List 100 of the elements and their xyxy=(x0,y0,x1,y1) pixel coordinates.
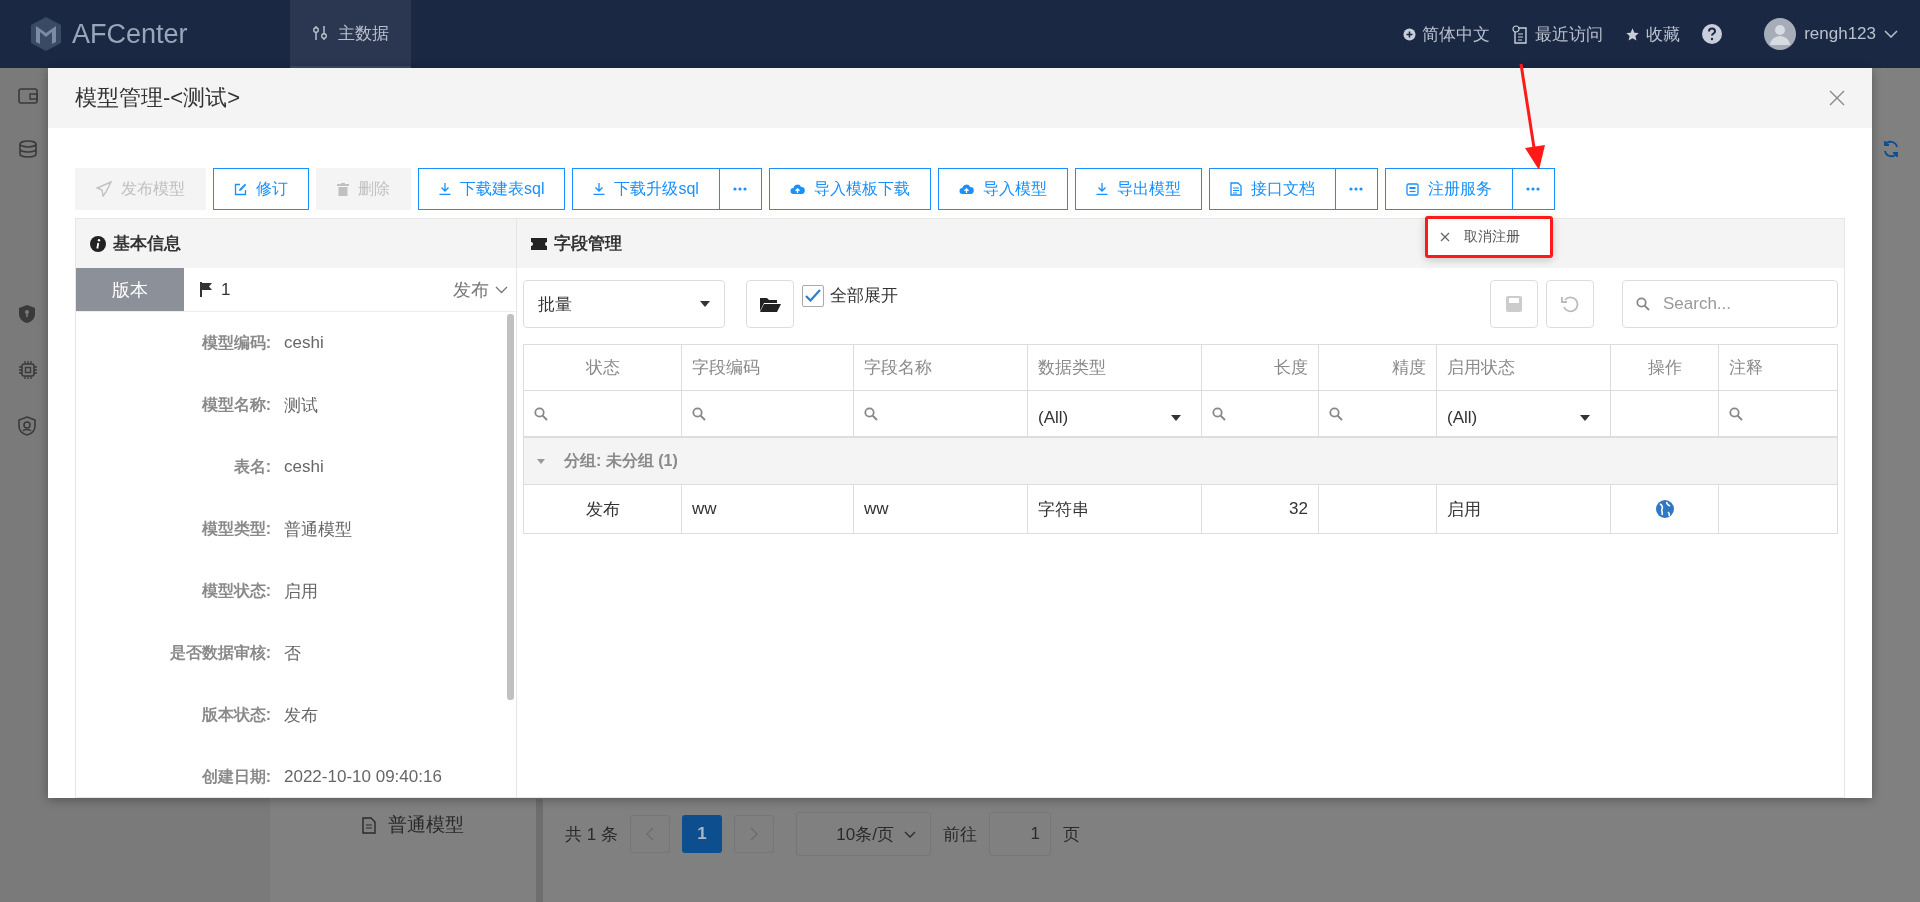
column-header[interactable]: 精度 xyxy=(1319,345,1437,390)
caret-down-icon xyxy=(700,301,710,307)
more-icon xyxy=(1526,187,1541,191)
page-size-select[interactable]: 10条/页 xyxy=(795,812,931,856)
more-icon xyxy=(1349,187,1364,191)
app-logo[interactable]: AFCenter xyxy=(72,18,188,50)
shield-user-icon xyxy=(18,416,36,436)
server-icon xyxy=(1405,182,1419,196)
field-value: 测试 xyxy=(283,394,318,417)
field-value: 启用 xyxy=(283,580,318,603)
star-icon xyxy=(1625,26,1641,42)
column-header[interactable]: 长度 xyxy=(1202,345,1319,390)
clipboard-clock-icon xyxy=(1512,24,1530,44)
total-count: 共 1 条 xyxy=(565,823,618,846)
more-button[interactable] xyxy=(1335,168,1378,210)
header-link[interactable]: 收藏 xyxy=(1625,22,1681,46)
field-label: 版本状态: xyxy=(200,704,271,725)
document-icon xyxy=(362,816,376,834)
tree-item[interactable]: 普通模型 xyxy=(388,812,464,838)
version-tab[interactable]: 版本 xyxy=(76,268,184,311)
more-button[interactable] xyxy=(1512,168,1555,210)
batch-select[interactable]: 批量 xyxy=(523,280,725,328)
scrollbar[interactable] xyxy=(536,799,543,902)
field-value: ceshi xyxy=(283,333,324,353)
scrollbar[interactable] xyxy=(507,314,514,700)
search-icon xyxy=(1329,406,1343,421)
chip-icon xyxy=(18,360,38,380)
column-header[interactable]: 操作 xyxy=(1611,345,1719,390)
toolbar-button[interactable]: 修订 xyxy=(213,168,309,210)
field-label: 模型名称: xyxy=(200,394,271,415)
toolbar-button[interactable]: 下载升级sql xyxy=(572,168,720,210)
chevron-down-icon xyxy=(1884,30,1898,38)
filter-select[interactable]: (All) xyxy=(1038,399,1191,428)
toolbar-button[interactable]: 导入模板下载 xyxy=(768,168,931,210)
field-value: 否 xyxy=(283,642,301,665)
close-icon[interactable] xyxy=(1829,90,1845,106)
goto-page-field[interactable]: 1 xyxy=(988,812,1051,856)
field-value: 2022-10-10 09:40:16 xyxy=(283,767,442,787)
cloud-upload-icon xyxy=(958,183,974,195)
chevron-down-icon xyxy=(495,285,508,294)
column-header[interactable]: 注释 xyxy=(1719,345,1837,390)
refresh-icon[interactable] xyxy=(1882,140,1900,158)
toolbar-button[interactable]: 导出模型 xyxy=(1074,168,1202,210)
column-header[interactable]: 数据类型 xyxy=(1028,345,1202,390)
panel-title: 字段管理 xyxy=(554,233,622,255)
checkbox[interactable] xyxy=(802,284,824,307)
undo-button[interactable] xyxy=(1546,280,1594,328)
group-row[interactable]: 分组: 未分组 (1) xyxy=(524,438,1837,485)
toolbar-button[interactable]: 接口文档 xyxy=(1208,168,1336,210)
toolbar-button[interactable]: 下载建表sql xyxy=(418,168,566,210)
chevron-down-icon xyxy=(903,830,916,838)
download-icon xyxy=(1095,183,1108,195)
field-label: 创建日期: xyxy=(200,766,271,787)
panel-title: 基本信息 xyxy=(113,233,181,255)
column-header[interactable]: 启用状态 xyxy=(1437,345,1611,390)
globe-icon[interactable] xyxy=(1655,500,1674,518)
checkbox-label: 全部展开 xyxy=(830,285,898,307)
table-cell-text: 启用 xyxy=(1447,498,1481,521)
wallet-icon xyxy=(18,88,38,104)
header-link[interactable]: 最近访问 xyxy=(1512,22,1604,46)
search-icon xyxy=(1212,406,1226,421)
caret-down-icon xyxy=(1171,414,1181,421)
column-header[interactable]: 字段编码 xyxy=(682,345,854,390)
column-header[interactable]: 字段名称 xyxy=(854,345,1028,390)
goto-suffix: 页 xyxy=(1062,823,1080,846)
download-icon xyxy=(593,183,606,195)
search-icon xyxy=(534,406,548,421)
field-label: 模型编码: xyxy=(200,332,271,353)
dialog-title: 模型管理-<测试> xyxy=(75,84,241,112)
toolbar-button[interactable]: 导入模型 xyxy=(937,168,1068,210)
table-cell-text: 发布 xyxy=(585,498,620,521)
more-button[interactable] xyxy=(719,168,762,210)
sliders-icon xyxy=(312,25,328,41)
undo-icon xyxy=(1561,295,1579,313)
plus-circle-icon xyxy=(1403,27,1417,41)
help-icon[interactable] xyxy=(1702,24,1723,44)
version-number: 1 xyxy=(221,279,231,300)
check-icon xyxy=(805,289,821,302)
table-cell: ww xyxy=(864,499,889,519)
header-link[interactable]: 简体中文 xyxy=(1403,22,1491,46)
edit-icon xyxy=(234,182,247,196)
filter-select[interactable]: (All) xyxy=(1447,399,1600,428)
search-icon xyxy=(1636,297,1650,311)
column-header[interactable]: 状态 xyxy=(524,345,682,390)
database-icon xyxy=(18,140,38,158)
search-field[interactable]: Search... xyxy=(1622,280,1838,328)
page-button[interactable]: 1 xyxy=(681,815,722,853)
field-value: 发布 xyxy=(283,704,318,727)
nav-tab[interactable]: 主数据 xyxy=(290,0,411,68)
user-menu[interactable]: rengh123 xyxy=(1764,18,1898,50)
menu-item[interactable]: 取消注册 xyxy=(1428,219,1550,255)
search-icon xyxy=(692,406,706,421)
field-value: 普通模型 xyxy=(283,518,352,541)
close-icon xyxy=(1440,232,1450,242)
open-folder-button[interactable] xyxy=(746,280,794,328)
toolbar-button[interactable]: 注册服务 xyxy=(1384,168,1513,210)
download-icon xyxy=(439,183,451,195)
version-status-select[interactable]: 发布 xyxy=(453,277,516,302)
save-icon xyxy=(1506,296,1522,312)
search-icon xyxy=(1729,406,1743,421)
